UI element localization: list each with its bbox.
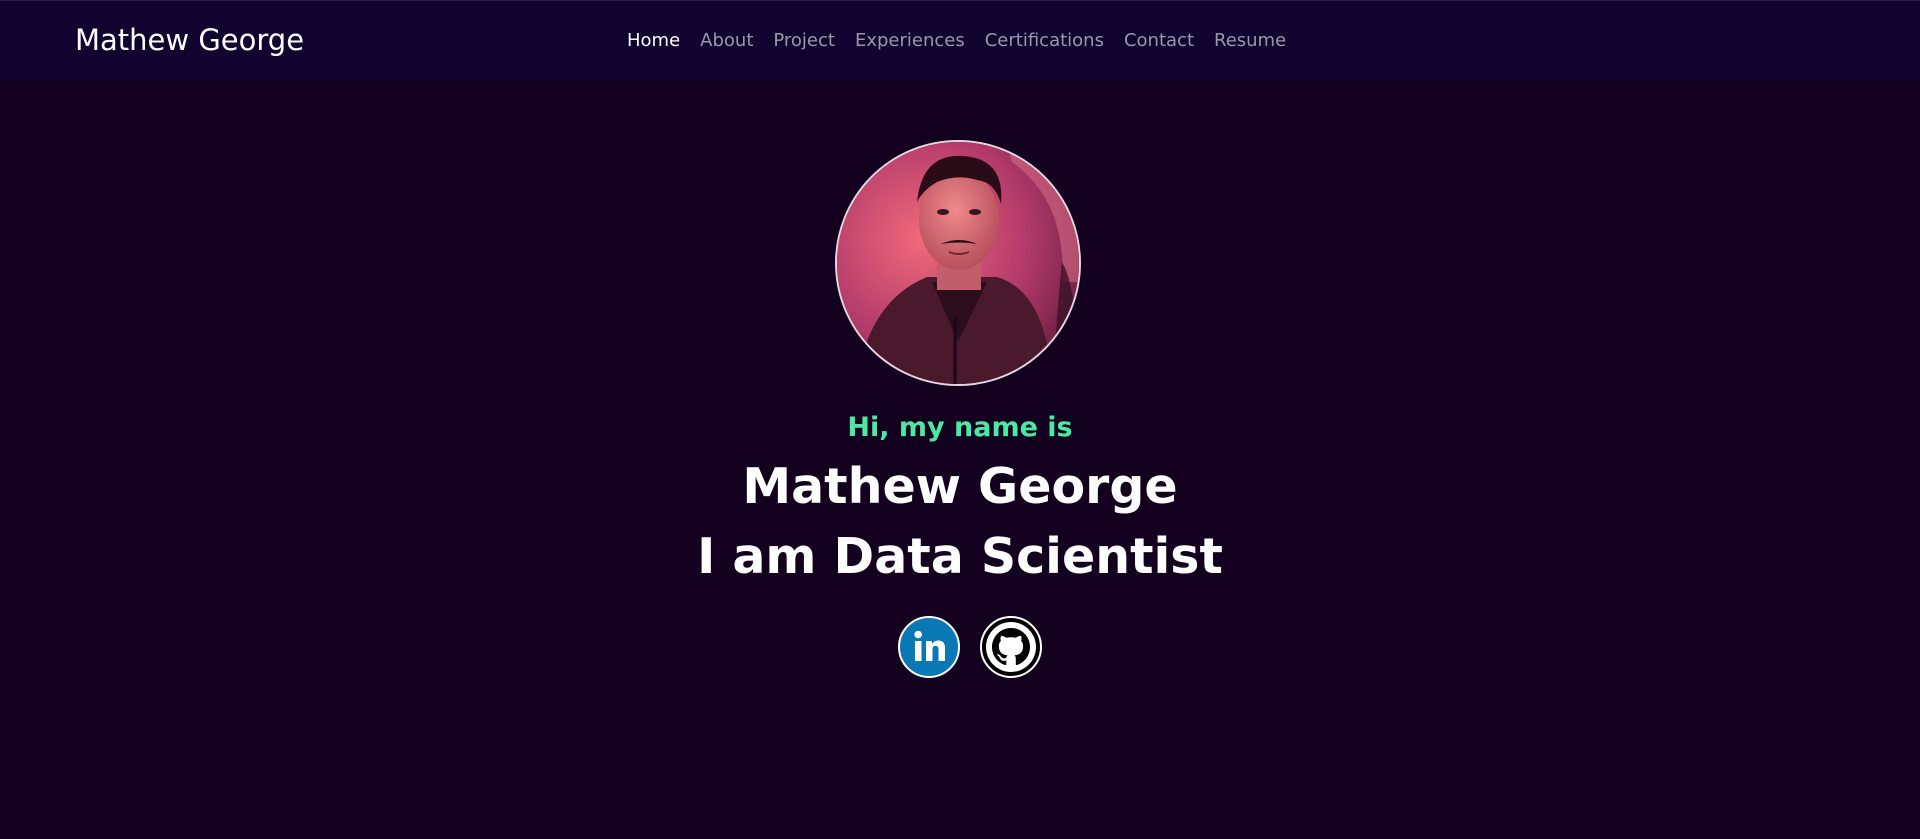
nav-link-about[interactable]: About xyxy=(700,30,753,51)
profile-photo-icon xyxy=(837,142,1079,384)
nav-link-contact[interactable]: Contact xyxy=(1124,30,1194,51)
nav-links: Home About Project Experiences Certifica… xyxy=(627,30,1286,51)
github-link[interactable] xyxy=(980,616,1042,678)
linkedin-link[interactable] xyxy=(898,616,960,678)
nav-link-experiences[interactable]: Experiences xyxy=(855,30,965,51)
nav-link-home[interactable]: Home xyxy=(627,30,680,51)
hero-role: I am Data Scientist xyxy=(697,528,1223,585)
hero-name: Mathew George xyxy=(742,458,1178,515)
github-icon xyxy=(980,616,1042,678)
nav-link-certifications[interactable]: Certifications xyxy=(985,30,1104,51)
nav-link-resume[interactable]: Resume xyxy=(1214,30,1286,51)
brand-logo-link[interactable]: Mathew George xyxy=(75,23,304,57)
profile-avatar xyxy=(835,140,1081,386)
hero-greeting: Hi, my name is xyxy=(847,412,1073,443)
linkedin-icon xyxy=(898,616,960,678)
top-navbar: Mathew George Home About Project Experie… xyxy=(0,0,1920,80)
nav-link-project[interactable]: Project xyxy=(773,30,835,51)
